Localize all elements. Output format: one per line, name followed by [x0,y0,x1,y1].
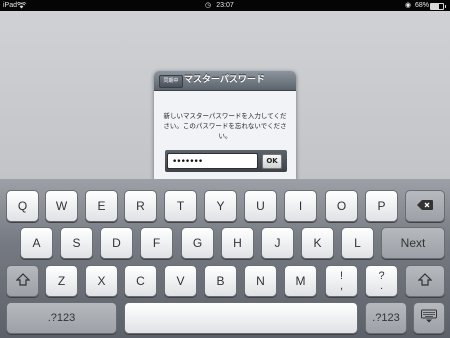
ok-button[interactable]: OK [262,154,282,169]
key-m[interactable]: M [284,265,317,297]
status-bar: iPad ◷ 23:07 ◉ 68% [0,0,450,11]
key-label: R [136,199,145,213]
key-label: ! , [339,270,344,292]
key-i[interactable]: I [284,190,317,222]
next-key[interactable]: Next [381,227,445,259]
key-label: V [176,274,185,288]
key-label: H [233,236,242,250]
key-r[interactable]: R [124,190,157,222]
dialog-title: マスターパスワード [184,75,265,85]
key-label: T [176,199,185,213]
key-label: K [313,236,322,250]
key-label: .?123 [372,312,400,324]
key-label: .?123 [47,312,76,324]
key-label: I [298,199,303,213]
key-e[interactable]: E [85,190,118,222]
shift-icon [406,273,444,289]
key-t[interactable]: T [164,190,197,222]
key-label: L [354,236,361,250]
key-f[interactable]: F [140,227,173,259]
status-time: 23:07 [216,2,234,9]
key-h[interactable]: H [221,227,254,259]
key-d[interactable]: D [100,227,133,259]
keyboard-dismiss-icon [414,309,444,327]
key-label: G [192,236,203,250]
key-n[interactable]: N [244,265,277,297]
key-w[interactable]: W [45,190,78,222]
key-label: J [274,236,281,250]
key-g[interactable]: G [181,227,214,259]
key-o[interactable]: O [325,190,358,222]
key-z[interactable]: Z [45,265,78,297]
key-l[interactable]: L [341,227,374,259]
key-c[interactable]: C [124,265,157,297]
key-label: S [72,236,81,250]
key-label: Next [400,236,426,250]
key-label: X [97,274,106,288]
key-label: U [256,199,265,213]
numbers-key-right[interactable]: .?123 [365,302,407,334]
key-u[interactable]: U [244,190,277,222]
key-v[interactable]: V [164,265,197,297]
key-label: Q [17,199,28,213]
sync-button[interactable]: 同期中 [159,75,183,88]
password-field[interactable]: ••••••• [167,153,258,169]
key-label: C [136,274,145,288]
key-k[interactable]: K [301,227,334,259]
key-label: Z [57,274,66,288]
shift-key-left[interactable] [6,265,39,297]
keyboard: Q W E R T Y U I O P A S D F G H J K L Ne… [0,179,450,338]
key-label: W [55,199,68,213]
key-b[interactable]: B [204,265,237,297]
shift-key-right[interactable] [405,265,445,297]
backspace-key[interactable] [405,190,445,222]
battery-percent: 68% [415,2,430,9]
keyboard-dismiss-key[interactable] [413,302,445,334]
shift-icon [7,273,38,289]
key-exclaim-comma[interactable]: ! , [325,265,358,297]
battery-icon [430,3,446,10]
key-question-period[interactable]: ? . [365,265,398,297]
key-x[interactable]: X [85,265,118,297]
key-label: O [336,199,347,213]
key-y[interactable]: Y [204,190,237,222]
key-label: E [97,199,106,213]
dialog-header: 同期中 マスターパスワード [154,71,296,91]
key-label: F [152,236,161,250]
key-label: M [295,274,306,288]
backspace-icon [406,199,444,213]
key-label: A [32,236,41,250]
rotation-lock-icon: ◉ [405,2,412,9]
key-s[interactable]: S [60,227,93,259]
key-label: D [112,236,121,250]
space-key[interactable] [124,302,358,334]
key-label: ? . [378,270,385,292]
key-label: Y [216,199,225,213]
key-a[interactable]: A [20,227,53,259]
key-q[interactable]: Q [6,190,39,222]
key-label: N [256,274,265,288]
numbers-key-left[interactable]: .?123 [6,302,117,334]
key-label: B [216,274,225,288]
key-label: P [377,199,386,213]
key-j[interactable]: J [261,227,294,259]
key-p[interactable]: P [365,190,398,222]
dialog-message: 新しいマスターパスワードを入力してください。このパスワードを忘れないでください。 [163,112,287,140]
